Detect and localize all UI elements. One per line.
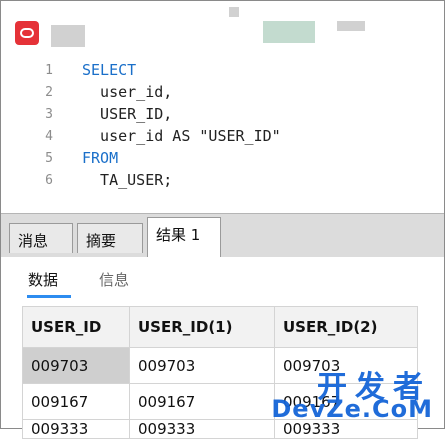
code-line[interactable]: USER_ID, bbox=[82, 105, 172, 123]
line-number: 2 bbox=[45, 85, 53, 100]
tab-result-1[interactable]: 结果 1 bbox=[147, 217, 221, 258]
line-number: 6 bbox=[45, 173, 53, 188]
blurred-area bbox=[263, 21, 315, 43]
grid-header-row: USER_ID USER_ID(1) USER_ID(2) bbox=[22, 306, 418, 348]
result-subtabs: 数据 信息 bbox=[1, 257, 444, 301]
grid-cell[interactable]: 009703 bbox=[129, 347, 275, 384]
subtab-data[interactable]: 数据 bbox=[28, 269, 58, 290]
active-subtab-indicator bbox=[27, 295, 71, 298]
grid-cell[interactable]: 009703 bbox=[22, 347, 130, 384]
grid-cell[interactable]: 009167 bbox=[129, 383, 275, 420]
grid-cell[interactable]: 009333 bbox=[22, 419, 130, 439]
subtab-info[interactable]: 信息 bbox=[99, 269, 129, 290]
sql-editor[interactable]: 1 2 3 4 5 6 SELECT user_id, USER_ID, use… bbox=[1, 57, 444, 213]
code-line[interactable]: user_id, bbox=[82, 83, 172, 101]
tab-messages[interactable]: 消息 bbox=[9, 223, 73, 253]
oracle-logo-icon bbox=[15, 21, 39, 45]
sql-keyword: FROM bbox=[82, 149, 119, 167]
blurred-area bbox=[337, 21, 365, 31]
line-number: 1 bbox=[45, 63, 53, 78]
code-line[interactable]: SELECT bbox=[82, 61, 136, 79]
connection-bar bbox=[1, 1, 444, 57]
grid-cell[interactable]: 009167 bbox=[22, 383, 130, 420]
code-line[interactable]: TA_USER; bbox=[82, 171, 172, 189]
result-tab-bar: 消息 摘要 结果 1 bbox=[1, 213, 444, 258]
column-header[interactable]: USER_ID bbox=[22, 306, 130, 348]
line-number-gutter: 1 2 3 4 5 6 bbox=[1, 57, 67, 213]
grid-cell[interactable]: 009333 bbox=[129, 419, 275, 439]
line-number: 5 bbox=[45, 151, 53, 166]
line-number: 3 bbox=[45, 107, 53, 122]
code-line[interactable]: FROM bbox=[82, 149, 118, 167]
column-header[interactable]: USER_ID(1) bbox=[129, 306, 275, 348]
sql-keyword: SELECT bbox=[82, 61, 137, 79]
column-header[interactable]: USER_ID(2) bbox=[274, 306, 418, 348]
tab-summary[interactable]: 摘要 bbox=[77, 223, 143, 253]
blurred-area bbox=[229, 7, 239, 17]
watermark-en: DevZe.CoM bbox=[271, 395, 433, 423]
code-line[interactable]: user_id AS "USER_ID" bbox=[82, 127, 281, 145]
line-number: 4 bbox=[45, 129, 53, 144]
blurred-connection-name bbox=[51, 25, 85, 47]
